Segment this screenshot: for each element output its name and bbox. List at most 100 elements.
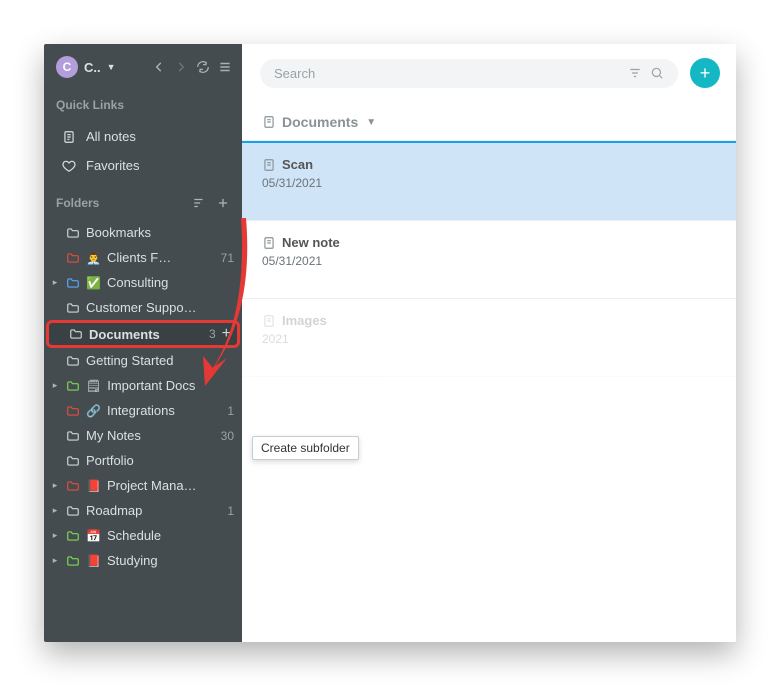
sidebar: C C.. ▼ bbox=[44, 44, 242, 642]
quick-link-favorites[interactable]: Favorites bbox=[44, 151, 242, 180]
top-icon-row bbox=[152, 60, 232, 74]
expand-icon[interactable]: ▸ bbox=[50, 505, 60, 516]
note-date: 05/31/2021 bbox=[262, 250, 716, 268]
search-input[interactable] bbox=[274, 66, 620, 81]
folder-row[interactable]: Bookmarks bbox=[44, 220, 242, 245]
notes-icon bbox=[62, 130, 76, 144]
search-box[interactable] bbox=[260, 59, 678, 88]
folder-label: Customer Suppo… bbox=[86, 300, 234, 315]
sidebar-top: C C.. ▼ bbox=[44, 44, 242, 98]
folder-count: 1 bbox=[227, 504, 234, 518]
folder-row[interactable]: ▸ 🗒 Important Docs bbox=[44, 373, 242, 398]
folder-label: Getting Started bbox=[86, 353, 234, 368]
folder-icon bbox=[66, 226, 80, 240]
refresh-icon[interactable] bbox=[196, 60, 210, 74]
folder-row[interactable]: 🔗 Integrations 1 bbox=[44, 398, 242, 423]
folder-count: 1 bbox=[227, 404, 234, 418]
sort-icon[interactable] bbox=[192, 196, 206, 210]
folder-icon bbox=[66, 479, 80, 493]
folder-label: Clients F… bbox=[107, 250, 215, 265]
folder-label: Project Mana… bbox=[107, 478, 234, 493]
folder-icon bbox=[66, 251, 80, 265]
note-item[interactable]: Images2021 bbox=[242, 299, 736, 377]
folder-list: Bookmarks👨‍💼Clients F…71▸✅ConsultingCust… bbox=[44, 220, 242, 583]
folder-emoji-icon: 📕 bbox=[86, 479, 101, 493]
avatar-initial: C bbox=[63, 60, 72, 74]
folder-emoji-icon: 📕 bbox=[86, 554, 101, 568]
user-name[interactable]: C.. bbox=[84, 60, 101, 75]
folder-label: Portfolio bbox=[86, 453, 234, 468]
note-title: New note bbox=[282, 235, 340, 250]
note-item[interactable]: New note05/31/2021 bbox=[242, 221, 736, 299]
note-icon bbox=[262, 314, 276, 328]
folder-emoji-icon: 🔗 bbox=[86, 404, 101, 418]
tooltip-text: Create subfolder bbox=[261, 441, 350, 455]
folder-label: Integrations bbox=[107, 403, 221, 418]
back-icon[interactable] bbox=[152, 60, 166, 74]
expand-icon[interactable]: ▸ bbox=[50, 380, 60, 391]
note-title: Scan bbox=[282, 157, 313, 172]
folder-label: Consulting bbox=[107, 275, 234, 290]
note-title-row: Scan bbox=[262, 157, 716, 172]
folder-icon bbox=[66, 379, 80, 393]
folder-row[interactable]: ▸ 📕 Project Mana… bbox=[44, 473, 242, 498]
folder-emoji-icon: 📅 bbox=[86, 529, 101, 543]
add-folder-icon[interactable] bbox=[216, 196, 230, 210]
folder-icon bbox=[66, 529, 80, 543]
folder-row[interactable]: Customer Suppo… bbox=[44, 295, 242, 320]
folder-row[interactable]: ▸ ✅ Consulting bbox=[44, 270, 242, 295]
note-date: 05/31/2021 bbox=[262, 172, 716, 190]
chevron-down-icon[interactable]: ▼ bbox=[366, 117, 376, 128]
quick-link-all-notes[interactable]: All notes bbox=[44, 122, 242, 151]
expand-icon[interactable]: ▸ bbox=[50, 277, 60, 288]
folder-emoji-icon: 🗒 bbox=[86, 379, 101, 393]
quick-links-title: Quick Links bbox=[44, 98, 242, 122]
menu-icon[interactable] bbox=[218, 60, 232, 74]
folder-icon bbox=[66, 504, 80, 518]
folder-icon bbox=[66, 301, 80, 315]
create-subfolder-tooltip: Create subfolder bbox=[252, 436, 359, 460]
expand-icon[interactable]: ▸ bbox=[50, 530, 60, 541]
add-note-button[interactable]: + bbox=[690, 58, 720, 88]
filter-icon[interactable] bbox=[628, 66, 642, 80]
create-subfolder-button[interactable]: + bbox=[222, 325, 233, 343]
heart-icon bbox=[62, 159, 76, 173]
folder-row[interactable]: Documents3+ bbox=[46, 320, 240, 348]
expand-icon[interactable]: ▸ bbox=[50, 555, 60, 566]
note-title-row: New note bbox=[262, 235, 716, 250]
folder-label: Important Docs bbox=[107, 378, 234, 393]
folder-emoji-icon: ✅ bbox=[86, 276, 101, 290]
note-item[interactable]: Scan05/31/2021 bbox=[242, 141, 736, 221]
folder-label: Studying bbox=[107, 553, 234, 568]
folder-row[interactable]: 👨‍💼Clients F…71 bbox=[44, 245, 242, 270]
avatar[interactable]: C bbox=[56, 56, 78, 78]
folders-title-row: Folders bbox=[44, 196, 242, 220]
folder-row[interactable]: ▸ 📕 Studying bbox=[44, 548, 242, 573]
quick-link-label: All notes bbox=[86, 129, 136, 144]
folder-icon bbox=[66, 276, 80, 290]
folder-row[interactable]: My Notes30 bbox=[44, 423, 242, 448]
folder-count: 3 bbox=[209, 327, 216, 341]
forward-icon[interactable] bbox=[174, 60, 188, 74]
folder-row[interactable]: Getting Started bbox=[44, 348, 242, 373]
folder-row[interactable]: Portfolio bbox=[44, 448, 242, 473]
plus-icon: + bbox=[700, 63, 711, 84]
folder-count: 71 bbox=[221, 251, 234, 265]
quick-link-label: Favorites bbox=[86, 158, 139, 173]
note-icon bbox=[262, 158, 276, 172]
search-icon[interactable] bbox=[650, 66, 664, 80]
note-list: Scan05/31/2021New note05/31/2021Images20… bbox=[242, 140, 736, 642]
user-menu-caret-icon[interactable]: ▼ bbox=[107, 62, 116, 72]
folder-row[interactable]: ▸📅Schedule bbox=[44, 523, 242, 548]
folder-icon bbox=[66, 404, 80, 418]
note-icon bbox=[262, 236, 276, 250]
breadcrumb[interactable]: Documents ▼ bbox=[242, 102, 736, 140]
app-frame: C C.. ▼ bbox=[0, 0, 780, 686]
folder-label: My Notes bbox=[86, 428, 215, 443]
folder-icon bbox=[69, 327, 83, 341]
quick-links-label: Quick Links bbox=[56, 98, 124, 112]
note-icon bbox=[262, 115, 276, 129]
folder-row[interactable]: ▸Roadmap1 bbox=[44, 498, 242, 523]
topbar: + bbox=[242, 44, 736, 102]
expand-icon[interactable]: ▸ bbox=[50, 480, 60, 491]
